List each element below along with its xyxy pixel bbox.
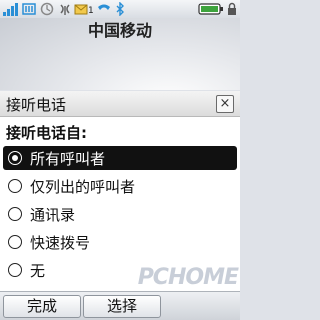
- radio-icon: [8, 263, 22, 277]
- prompt-label: 接听电话自:: [6, 124, 87, 142]
- sync-icon: [40, 2, 54, 16]
- option-contacts[interactable]: 通讯录: [3, 202, 237, 226]
- radio-icon: [8, 179, 22, 193]
- option-listed-callers[interactable]: 仅列出的呼叫者: [3, 174, 237, 198]
- bluetooth-icon: [116, 2, 124, 16]
- option-label: 所有呼叫者: [30, 150, 106, 168]
- select-button[interactable]: 选择: [83, 295, 161, 318]
- softkey-bar: 完成 选择: [0, 291, 240, 320]
- carrier-name: 中国移动: [87, 21, 152, 40]
- dialog-titlebar: 接听电话 ×: [0, 91, 240, 117]
- lock-icon: [228, 2, 236, 15]
- option-label: 无: [30, 262, 46, 280]
- signal-bars-icon: [3, 3, 18, 16]
- close-icon[interactable]: ×: [216, 95, 234, 113]
- option-label: 仅列出的呼叫者: [30, 178, 136, 196]
- option-label: 快速拨号: [30, 234, 91, 252]
- status-bar: 1: [0, 0, 240, 18]
- battery-icon: [198, 3, 223, 15]
- call-icon: [98, 4, 110, 10]
- radio-icon: [8, 235, 22, 249]
- message-icon: [74, 4, 88, 15]
- dialog-title: 接听电话: [6, 96, 67, 114]
- option-all-callers[interactable]: 所有呼叫者: [3, 146, 237, 170]
- radio-selected-icon: [8, 151, 22, 165]
- option-speed-dial[interactable]: 快速拨号: [3, 230, 237, 254]
- watermark: PCHOME: [137, 265, 239, 290]
- network-icon: [22, 3, 36, 15]
- option-label: 通讯录: [30, 206, 76, 224]
- antenna-icon: [60, 4, 70, 15]
- done-button[interactable]: 完成: [3, 295, 81, 318]
- radio-icon: [8, 207, 22, 221]
